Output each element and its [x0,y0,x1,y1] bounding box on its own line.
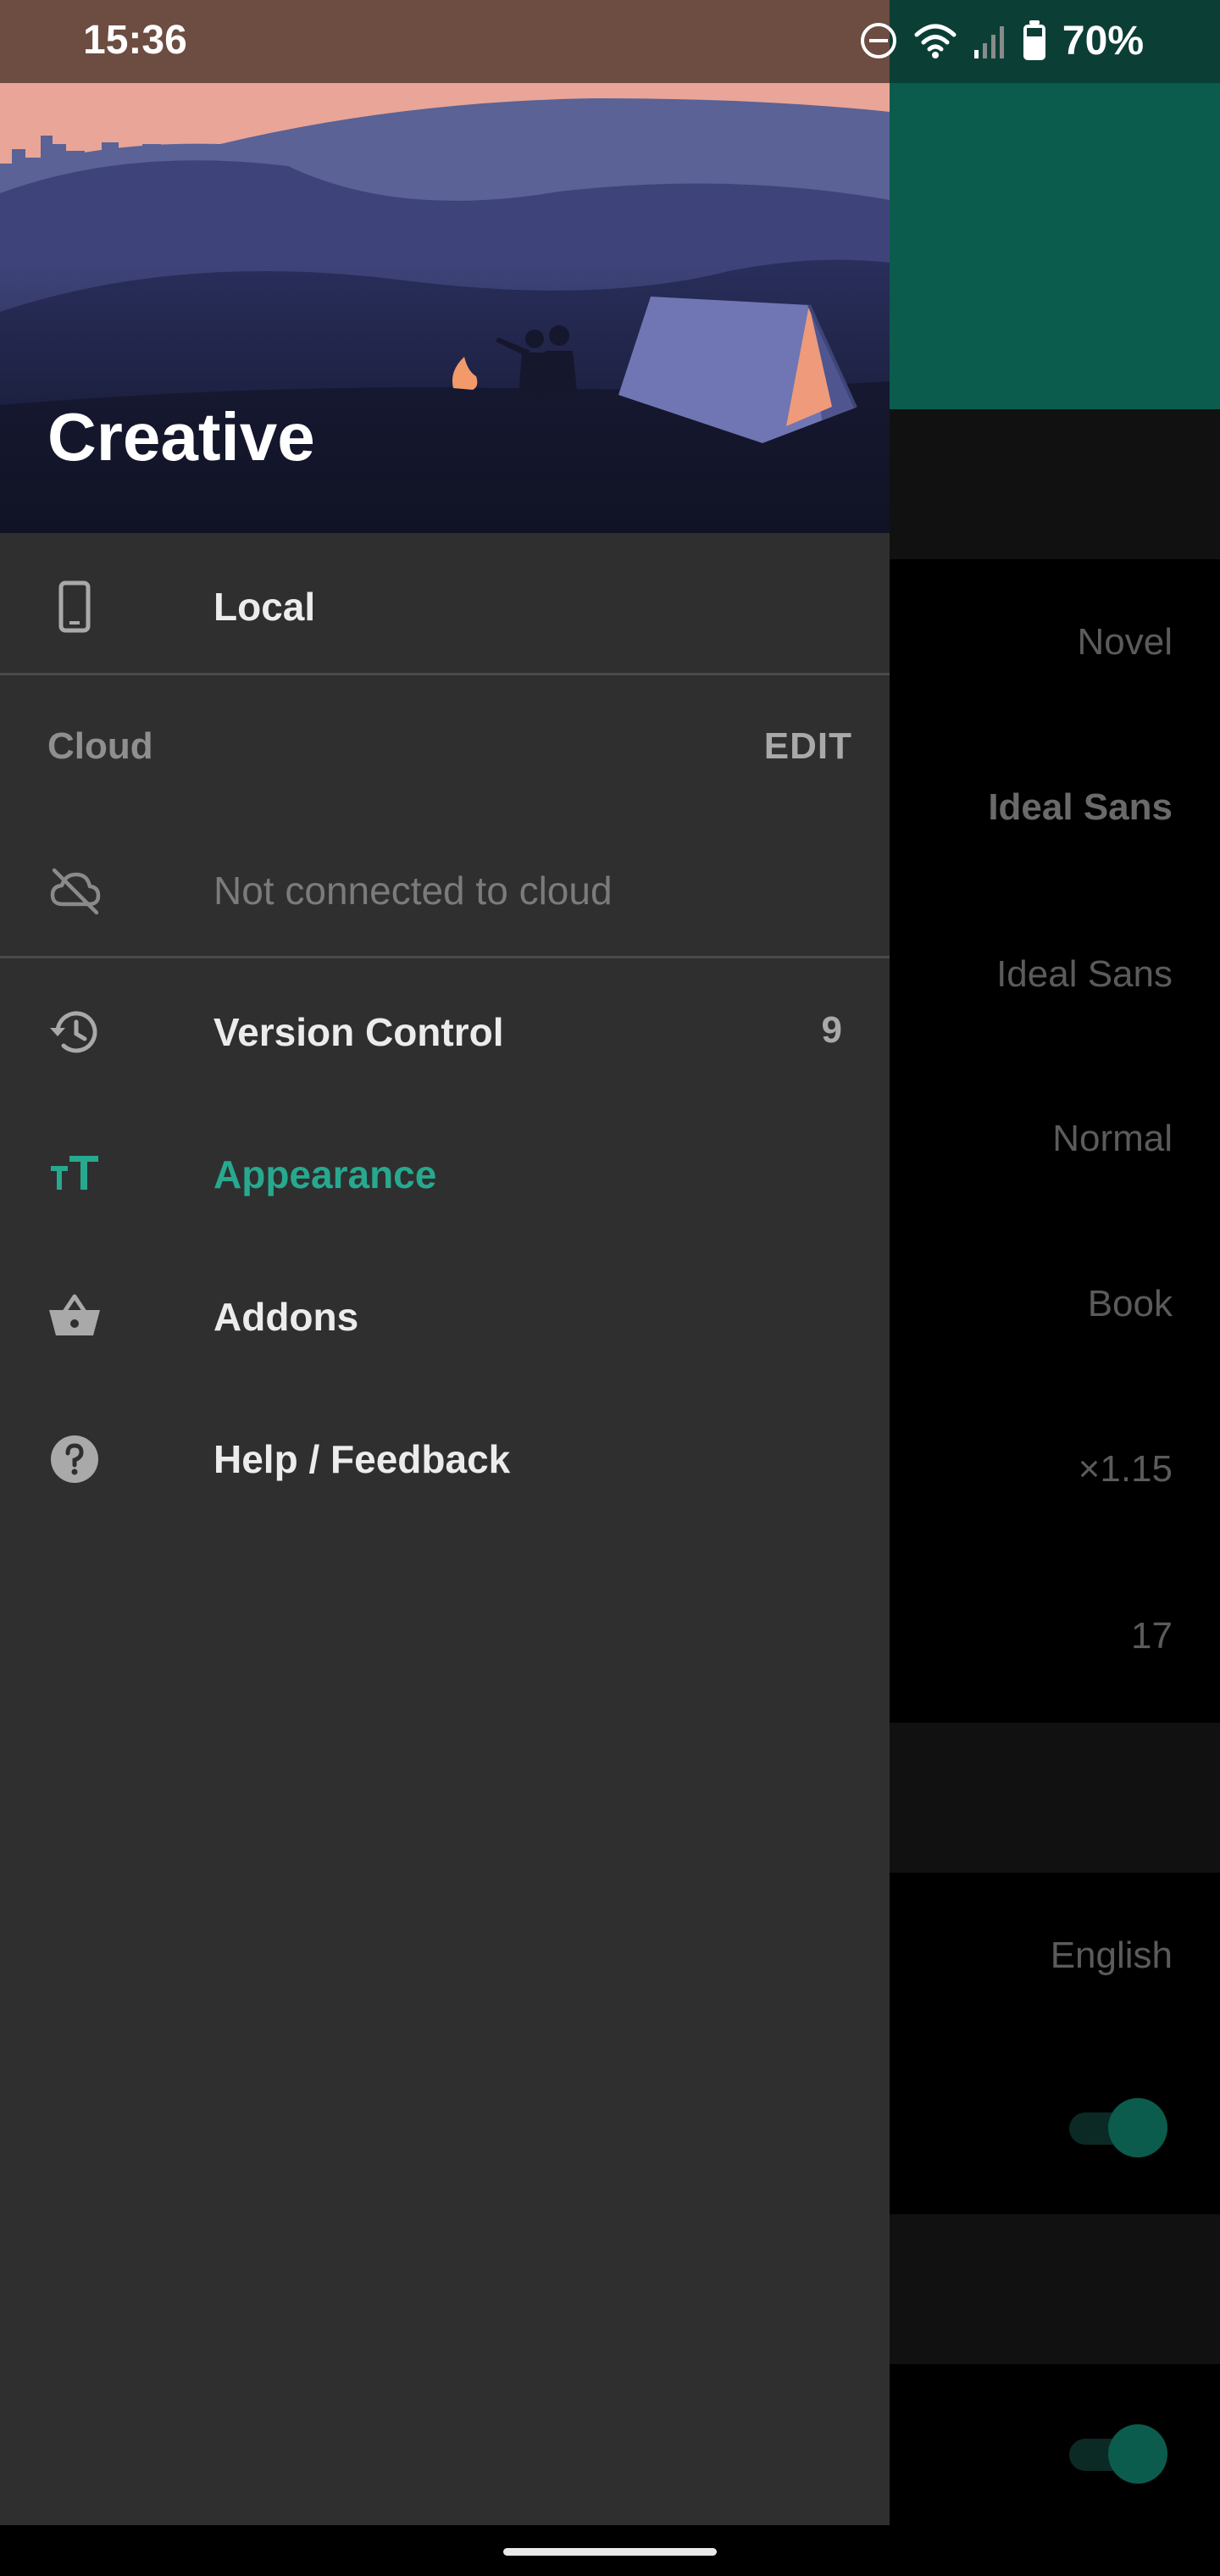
background-section-header [890,2214,1220,2364]
signal-icon [973,26,1004,58]
setting-value: Novel [1077,621,1173,663]
background-settings-screen: Novel Ideal Sans Ideal Sans Normal Book … [890,83,1220,2525]
setting-value: English [1050,1935,1173,1976]
text-size-icon [51,1156,98,1190]
cloud-section-label: Cloud [47,725,153,767]
setting-value: 17 [1131,1615,1173,1657]
setting-value: Ideal Sans [996,953,1173,995]
background-section-header [890,1723,1220,1873]
do-not-disturb-icon [860,23,896,58]
cloud-status-label: Not connected to cloud [214,869,613,913]
cloud-off-icon [50,868,101,915]
cloud-status[interactable]: Not connected to cloud [0,827,890,954]
navigation-drawer: Creative Local Cloud EDIT Not connected … [0,83,890,2525]
status-icons: 70% [859,15,1144,66]
drawer-item-label: Local [214,585,316,629]
setting-value: ×1.15 [1078,1448,1173,1490]
phone-icon [58,580,91,633]
setting-value: Ideal Sans [988,786,1173,828]
drawer-item-label: Addons [214,1295,359,1339]
drawer-item-label: Help / Feedback [214,1437,511,1481]
drawer-title: Creative [47,399,315,475]
drawer-item-appearance[interactable]: Appearance [0,1111,890,1238]
drawer-item-label: Version Control [214,1010,504,1054]
divider [0,956,890,958]
drawer-item-version-control[interactable]: Version Control 9 [0,969,890,1096]
drawer-item-addons[interactable]: Addons [0,1253,890,1380]
version-count-badge: 9 [821,1009,842,1051]
background-toolbar [890,83,1220,409]
home-indicator[interactable] [503,2548,717,2556]
background-section-header [890,409,1220,559]
battery-icon [1023,20,1045,60]
wifi-icon [914,24,957,58]
status-time: 15:36 [83,18,187,63]
battery-percent: 70% [1062,18,1144,64]
history-icon [50,1011,97,1053]
setting-toggle [1069,2424,1167,2484]
setting-value: Normal [1052,1118,1173,1159]
divider [0,673,890,675]
setting-value: Book [1087,1283,1173,1324]
setting-toggle [1069,2098,1167,2157]
help-icon [51,1435,98,1483]
drawer-item-help-feedback[interactable]: Help / Feedback [0,1396,890,1523]
cloud-edit-button[interactable]: EDIT [764,725,852,768]
drawer-item-label: Appearance [214,1152,437,1196]
basket-icon [49,1294,100,1335]
drawer-item-local[interactable]: Local [0,543,890,670]
drawer-header: Creative [0,83,890,533]
